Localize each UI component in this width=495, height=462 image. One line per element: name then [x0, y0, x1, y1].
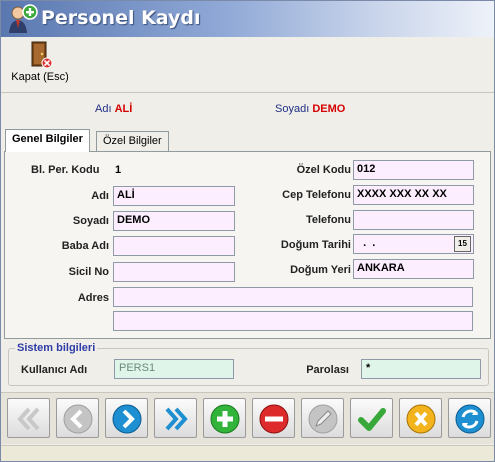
delete-record-button[interactable]: [252, 398, 295, 438]
header-first-name-label: Adı: [95, 103, 112, 115]
special-code-input[interactable]: 012: [353, 160, 474, 180]
cancel-record-button[interactable]: [399, 398, 442, 438]
address-label: Adres: [77, 292, 109, 304]
first-name-label: Adı: [91, 190, 109, 202]
close-button-label: Kapat (Esc): [11, 71, 69, 83]
tab-general-info[interactable]: Genel Bilgiler: [5, 129, 90, 152]
record-navigation-bar: [1, 392, 494, 444]
title-bar: Personel Kaydı: [1, 1, 494, 37]
header-last-name: Soyadı DEMO: [275, 103, 345, 115]
personnel-record-window: Personel Kaydı Kapat (Esc) Adı ALİ Soyad…: [0, 0, 495, 462]
calendar-icon[interactable]: 15: [454, 236, 471, 252]
refresh-button[interactable]: [448, 398, 491, 438]
exit-door-icon: [5, 41, 75, 69]
password-input[interactable]: *: [361, 359, 481, 379]
registry-input[interactable]: [113, 262, 235, 282]
tab-special-info[interactable]: Özel Bilgiler: [96, 131, 169, 151]
first-name-input[interactable]: ALİ: [113, 186, 235, 206]
address-line2-input[interactable]: [113, 311, 473, 331]
header-last-name-label: Soyadı: [275, 103, 310, 115]
birth-date-input[interactable]: . . 15: [353, 234, 474, 254]
special-code-label: Özel Kodu: [296, 164, 351, 176]
address-line1-input[interactable]: [113, 287, 473, 307]
header-first-name-value: ALİ: [114, 103, 133, 115]
code-value: 1: [115, 164, 122, 176]
last-name-label: Soyadı: [72, 215, 109, 227]
birth-place-label: Doğum Yeri: [290, 264, 351, 276]
username-label: Kullanıcı Adı: [21, 364, 88, 376]
general-info-panel: Bl. Per. Kodu 1 Adı ALİ Soyadı DEMO Baba…: [4, 151, 491, 339]
last-record-button[interactable]: [154, 398, 197, 438]
header-first-name: Adı ALİ: [95, 103, 132, 115]
first-record-button[interactable]: [7, 398, 50, 438]
system-info-title: Sistem bilgileri: [15, 342, 98, 354]
save-record-button[interactable]: [350, 398, 393, 438]
personnel-add-icon: [6, 4, 38, 34]
username-input[interactable]: PERS1: [114, 359, 234, 379]
father-name-label: Baba Adı: [61, 240, 109, 252]
father-name-input[interactable]: [113, 236, 235, 256]
window-title: Personel Kaydı: [41, 7, 201, 29]
birth-place-input[interactable]: ANKARA: [353, 259, 474, 279]
mobile-input[interactable]: XXXX XXX XX XX: [353, 185, 474, 205]
status-bar: [1, 445, 494, 461]
registry-label: Sicil No: [68, 266, 109, 278]
header-last-name-value: DEMO: [312, 103, 346, 115]
next-record-button[interactable]: [105, 398, 148, 438]
password-label: Parolası: [306, 364, 349, 376]
previous-record-button[interactable]: [56, 398, 99, 438]
last-name-input[interactable]: DEMO: [113, 211, 235, 231]
birth-date-value: . .: [357, 237, 376, 249]
toolbar-divider: [1, 92, 494, 93]
mobile-label: Cep Telefonu: [282, 189, 351, 201]
code-label: Bl. Per. Kodu: [31, 164, 100, 176]
close-button[interactable]: Kapat (Esc): [5, 41, 75, 87]
phone-label: Telefonu: [305, 214, 351, 226]
birth-date-label: Doğum Tarihi: [280, 239, 351, 251]
phone-input[interactable]: [353, 210, 474, 230]
edit-record-button[interactable]: [301, 398, 344, 438]
add-record-button[interactable]: [203, 398, 246, 438]
